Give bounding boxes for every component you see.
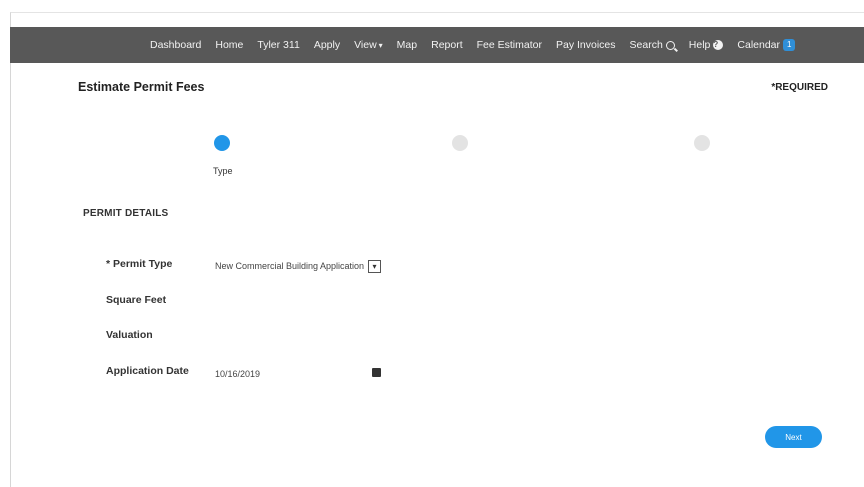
next-button[interactable]: Next	[765, 426, 822, 448]
valuation-label: Valuation	[106, 329, 153, 341]
step-indicator-active[interactable]	[214, 135, 230, 151]
caret-down-icon: ▾	[378, 40, 383, 50]
nav-help[interactable]: Help?	[682, 39, 731, 51]
calendar-icon[interactable]	[372, 368, 381, 377]
select-arrow-icon[interactable]: ▾	[368, 259, 381, 273]
nav-list: Dashboard Home Tyler 311 Apply View ▾ Map…	[143, 39, 802, 51]
top-nav: Dashboard Home Tyler 311 Apply View ▾ Map…	[10, 27, 864, 63]
nav-label: Help	[688, 39, 711, 51]
step-indicator-3[interactable]	[694, 135, 710, 151]
nav-home[interactable]: Home	[208, 39, 250, 51]
permit-type-label: * Permit Type	[106, 258, 173, 270]
nav-fee-estimator[interactable]: Fee Estimator	[470, 39, 549, 51]
nav-label: Fee Estimator	[476, 39, 542, 51]
page-title: Estimate Permit Fees	[78, 80, 205, 94]
nav-map[interactable]: Map	[390, 39, 424, 51]
calendar-count-badge: 1	[783, 39, 796, 51]
nav-label: Dashboard	[150, 39, 202, 51]
valuation-input[interactable]	[215, 326, 385, 344]
permit-type-value: New Commercial Building Application	[215, 261, 365, 271]
nav-label: Apply	[313, 39, 341, 51]
step-label-type: Type	[213, 166, 233, 176]
nav-label: Tyler 311	[257, 39, 300, 51]
nav-label: Pay Invoices	[555, 39, 616, 51]
nav-label: Report	[431, 39, 463, 51]
nav-calendar[interactable]: Calendar 1	[730, 39, 802, 51]
step-indicator-2[interactable]	[452, 135, 468, 151]
nav-pay-invoices[interactable]: Pay Invoices	[549, 39, 623, 51]
square-feet-label: Square Feet	[106, 294, 167, 306]
nav-search[interactable]: Search	[623, 39, 682, 51]
application-date-input[interactable]	[215, 366, 355, 382]
nav-label: Home	[215, 39, 244, 51]
nav-label: View	[354, 39, 377, 51]
nav-label: Search	[629, 39, 663, 51]
help-icon: ?	[713, 40, 724, 50]
permit-type-select[interactable]: New Commercial Building Application ▾	[215, 258, 385, 274]
nav-tyler-311[interactable]: Tyler 311	[250, 39, 306, 51]
application-date-label: Application Date	[106, 365, 189, 377]
nav-view-dropdown[interactable]: View ▾	[347, 39, 390, 51]
nav-apply[interactable]: Apply	[307, 39, 347, 51]
square-feet-input[interactable]	[215, 291, 385, 309]
nav-dashboard[interactable]: Dashboard	[143, 39, 208, 51]
required-note: *REQUIRED	[771, 82, 828, 93]
nav-label: Map	[396, 39, 418, 51]
nav-report[interactable]: Report	[424, 39, 470, 51]
section-title-permit-details: PERMIT DETAILS	[83, 208, 169, 219]
search-icon	[665, 40, 675, 50]
nav-label: Calendar	[737, 39, 781, 51]
